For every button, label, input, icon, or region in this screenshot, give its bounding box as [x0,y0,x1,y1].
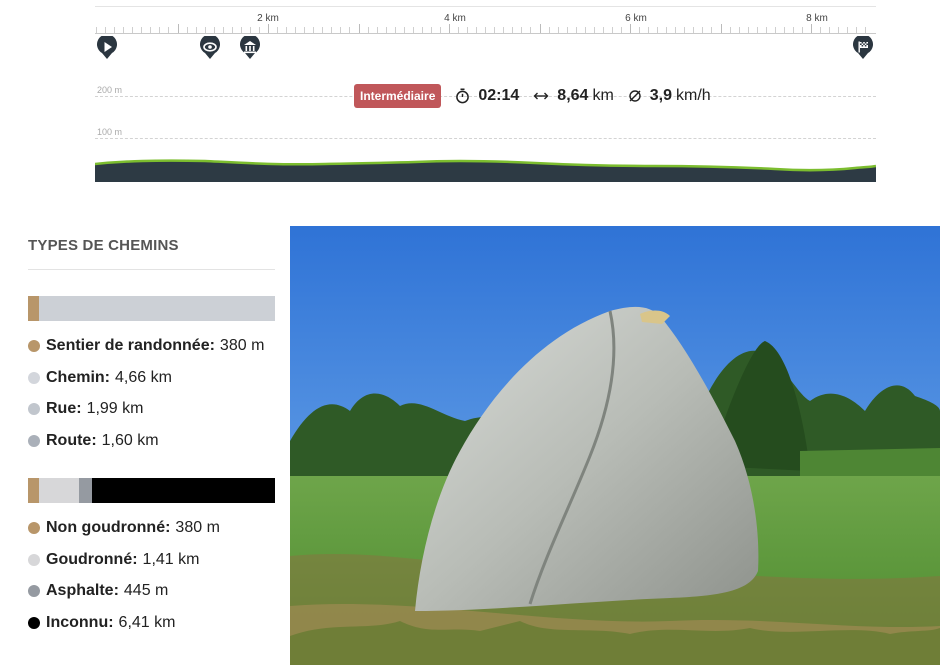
path-types-title: TYPES DE CHEMINS [28,226,275,270]
legend-label: Goudronné: [46,550,138,568]
distance-unit: km [592,86,614,104]
surface-type-legend-item[interactable]: Goudronné: 1,41 km [28,551,199,569]
distance-axis-line [95,33,876,34]
path-type-legend-item[interactable]: Rue: 1,99 km [28,400,143,418]
legend-label: Route: [46,431,97,449]
legend-value: 445 m [123,582,169,599]
stopwatch-icon [456,88,470,103]
path-types-panel: TYPES DE CHEMINS Sentier de randonnée: 38… [28,226,275,631]
axis-tick [358,24,360,33]
finish-flag-icon [853,36,873,59]
elevation-area [95,160,876,182]
path-type-legend-item[interactable]: Route: 1,60 km [28,432,159,450]
speed-stat: 3,9 km/h [628,87,711,105]
axis-tick [268,24,269,33]
legend-label: Chemin: [46,368,110,386]
museum-icon [240,36,260,59]
viewpoint-marker[interactable] [199,36,221,60]
legend-value: 4,66 km [115,368,172,386]
legend-swatch [28,434,40,447]
eye-icon [200,36,220,59]
legend-swatch [28,553,40,566]
start-marker[interactable] [96,36,118,60]
path-type-legend-item[interactable]: Sentier de randonnée: 380 m [28,337,264,355]
legend-swatch [28,585,40,597]
elevation-profile: 2 km 4 km 6 km 8 km 200 m 100 m Interméd… [95,0,876,185]
axis-tick [449,24,450,33]
axis-tick [539,24,541,33]
elevation-chart[interactable] [95,150,876,182]
menhir-photo[interactable] [290,226,940,665]
legend-value: 380 m [175,519,220,536]
average-speed-icon [629,89,641,102]
distance-stat: 8,64 km [533,86,614,105]
legend-label: Sentier de randonnée: [46,337,215,354]
altitude-label-200: 200 m [97,85,123,95]
legend-swatch [28,340,40,352]
legend-value: 1,41 km [142,550,200,568]
altitude-label-100: 100 m [97,127,123,137]
distance-arrows-icon [533,92,549,99]
surface-type-bar[interactable] [28,478,275,503]
km-label-4: 4 km [444,13,466,24]
surface-type-legend-item[interactable]: Asphalte: 445 m [28,582,168,600]
distance-value: 8,64 [557,86,589,104]
duration-stat: 02:14 [455,87,519,105]
surface-type-segment[interactable] [38,478,80,503]
legend-value: 1,60 km [101,431,159,449]
path-type-segment[interactable] [38,296,275,321]
surface-type-segment[interactable] [91,478,275,503]
surface-type-legend-item[interactable]: Non goudronné: 380 m [28,519,220,537]
axis-tick [630,24,631,33]
legend-label: Inconnu: [46,613,114,631]
speed-unit: km/h [676,86,711,104]
legend-label: Rue: [46,400,82,417]
legend-swatch [28,371,40,384]
speed-value: 3,9 [649,86,673,104]
km-label-2: 2 km [257,13,279,24]
surface-type-segment[interactable] [28,478,39,503]
legend-swatch [28,403,40,415]
surface-type-segment[interactable] [79,478,92,503]
route-stats: Intermédiaire 02:14 8,64 km 3,9 km/h [354,83,711,108]
duration-value: 02:14 [478,86,520,104]
legend-swatch [28,522,40,534]
gridline-100m [95,138,876,139]
path-type-segment[interactable] [28,296,39,321]
legend-label: Non goudronné: [46,519,171,536]
legend-value: 6,41 km [118,613,176,631]
km-label-8: 8 km [806,13,828,24]
difficulty-badge: Intermédiaire [354,83,442,108]
monument-marker[interactable] [239,36,261,60]
finish-marker[interactable] [852,36,874,60]
axis-tick [811,24,812,33]
legend-label: Asphalte: [46,582,119,599]
play-icon [97,36,117,59]
legend-swatch [28,616,40,629]
path-type-bar[interactable] [28,296,275,321]
legend-value: 380 m [219,337,265,354]
path-type-legend-item[interactable]: Chemin: 4,66 km [28,369,172,387]
axis-tick [177,24,179,33]
axis-tick [720,24,722,33]
km-label-6: 6 km [625,13,647,24]
surface-type-legend-item[interactable]: Inconnu: 6,41 km [28,614,175,632]
standing-stone-image [290,226,940,665]
profile-top-border [95,6,876,7]
legend-value: 1,99 km [86,400,144,417]
